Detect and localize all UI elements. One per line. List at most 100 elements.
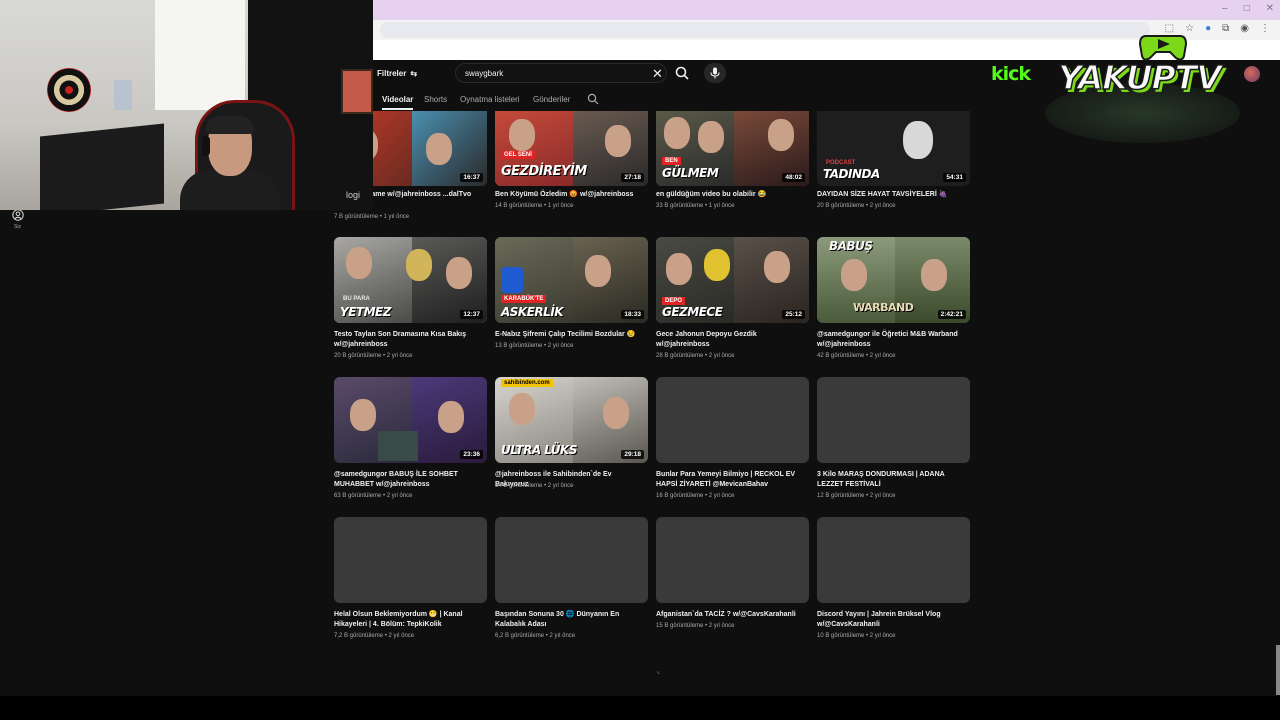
filters-button[interactable]: Filtreler ⇆ (377, 69, 417, 78)
inset-image (378, 431, 418, 461)
video-title[interactable]: E-Nabız Şifremi Çalıp Tecilimi Bozdular … (495, 330, 645, 340)
address-bar[interactable] (380, 22, 1150, 38)
thumbnail-tag: BU PARA (343, 296, 370, 302)
video-title[interactable]: Ben Köyümü Özledim 😡 w/@jahreinboss (495, 190, 645, 200)
video-title[interactable]: Gece Jahonun Depoyu Gezdik w/@jahreinbos… (656, 330, 806, 350)
skull-image (903, 121, 933, 159)
video-duration: 29:18 (621, 450, 644, 459)
face-image (350, 399, 376, 431)
thumbnail-tag: PODCAST (826, 160, 856, 166)
video-meta: 15 B görüntüleme • 2 yıl önce (656, 623, 735, 629)
video-thumbnail[interactable]: BABUŞ WARBAND 2:42:21 (817, 237, 970, 323)
video-duration: 12:37 (460, 310, 483, 319)
video-thumbnail[interactable]: BU PARA YETMEZ 12:37 (334, 237, 487, 323)
video-thumbnail[interactable] (656, 377, 809, 463)
tab-playlists[interactable]: Oynatma listeleri (460, 95, 520, 104)
you-icon[interactable] (12, 209, 24, 221)
thumbnail-caption: GEZDİREYİM (501, 164, 587, 179)
video-meta: 33 B görüntüleme • 1 yıl önce (656, 203, 735, 209)
face-image (764, 251, 790, 283)
dartboard-image (47, 68, 91, 112)
maximize-button[interactable]: □ (1244, 3, 1250, 14)
yakuptv-logo: YAKUPTV (1040, 28, 1240, 143)
voice-search-button[interactable] (704, 63, 726, 83)
thumbnail-caption: GÜLMEM (662, 166, 719, 180)
channel-search-icon[interactable] (587, 93, 599, 105)
webcam-overlay (0, 0, 373, 210)
face-image (704, 249, 730, 281)
profile-icon[interactable]: ◉ (1240, 23, 1249, 34)
picture-frame-image (341, 69, 373, 114)
scrollbar[interactable] (1276, 645, 1280, 695)
video-title[interactable]: Testo Taylan Son Dramasına Kısa Bakış w/… (334, 330, 484, 350)
minimize-button[interactable]: – (1222, 3, 1228, 14)
face-image (346, 247, 372, 279)
video-thumbnail[interactable] (817, 377, 970, 463)
thumbnail-tag: DEPO (662, 297, 686, 305)
poster-image (114, 80, 132, 110)
video-title[interactable]: 3 Kilo MARAŞ DONDURMASI | ADANA LEZZET F… (817, 470, 967, 490)
video-meta: 14 B görüntüleme • 1 yıl önce (495, 203, 574, 209)
you-label: Siz (14, 224, 21, 230)
headset-icon (202, 136, 210, 156)
video-title[interactable]: @samedgungor BABUŞ İLE SOHBET MUHABBET w… (334, 470, 484, 490)
phone-icon (501, 267, 523, 293)
video-thumbnail[interactable]: PODCAST TADINDA 54:31 (817, 111, 970, 186)
logo-text: YAKUPTV (1057, 57, 1222, 98)
window-controls: – □ ✕ (1222, 3, 1274, 14)
video-title[interactable]: DAYIDAN SİZE HAYAT TAVSİYELERİ 🍇 (817, 190, 967, 200)
thumbnail-tag: GEL SENİ (501, 151, 535, 159)
video-thumbnail[interactable]: DEPO GEZMECE 25:12 (656, 237, 809, 323)
tab-videos[interactable]: Videolar (382, 95, 413, 104)
face-image (585, 255, 611, 287)
thumbnail-caption: ASKERLİK (501, 305, 564, 319)
video-meta: 6,2 B görüntüleme • 2 yıl önce (495, 633, 576, 639)
menu-icon[interactable]: ⋮ (1260, 23, 1270, 34)
face-image (768, 119, 794, 151)
thumbnail-tag: BEN (662, 157, 681, 165)
video-thumbnail[interactable]: GEL SENİ GEZDİREYİM 27:18 (495, 111, 648, 186)
streamer-hair (206, 116, 254, 134)
face-image (698, 121, 724, 153)
face-image (509, 393, 535, 425)
kick-logo: kick (991, 63, 1031, 85)
tab-shorts[interactable]: Shorts (424, 95, 447, 104)
tab-posts[interactable]: Gönderiler (533, 95, 570, 104)
video-duration: 27:18 (621, 173, 644, 182)
account-avatar[interactable] (1244, 66, 1260, 82)
video-title[interactable]: Discord Yayını | Jahrein Brüksel Vlog w/… (817, 610, 967, 630)
face-image (446, 257, 472, 289)
video-thumbnail[interactable]: KARABÜK'TE ASKERLİK 18:33 (495, 237, 648, 323)
video-title[interactable]: @samedgungor ile Öğretici M&B Warband w/… (817, 330, 967, 350)
video-thumbnail[interactable] (817, 517, 970, 603)
filters-label: Filtreler (377, 69, 407, 78)
video-thumbnail[interactable] (656, 517, 809, 603)
video-meta: 20 B görüntüleme • 2 yıl önce (334, 353, 413, 359)
video-thumbnail[interactable]: 23:36 (334, 377, 487, 463)
video-thumbnail[interactable]: sahibinden.com ULTRA LÜKS 29:18 (495, 377, 648, 463)
search-input[interactable]: swaygbark (465, 69, 503, 78)
face-image (666, 253, 692, 285)
webcam-brand-label: logi (346, 190, 361, 200)
video-meta: 16 B görüntüleme • 2 yıl önce (656, 493, 735, 499)
monitor-image (40, 123, 164, 210)
video-thumbnail[interactable] (495, 517, 648, 603)
clear-search-icon[interactable]: ✕ (652, 66, 663, 82)
video-title[interactable]: Başından Sonuna 30 🌐 Dünyanın En Kalabal… (495, 610, 645, 630)
video-meta: 7,2 B görüntüleme • 2 yıl önce (334, 633, 415, 639)
video-title[interactable]: en güldüğüm video bu olabilir 😂 (656, 190, 806, 200)
close-window-button[interactable]: ✕ (1266, 3, 1274, 14)
video-title[interactable]: Helal Olsun Beklemiyordum 😬 | Kanal Hika… (334, 610, 484, 630)
search-icon[interactable] (674, 65, 690, 81)
screen: – □ ✕ ⬚ ☆ ● ⧉ ◉ ⋮ Filtreler ⇆ swaygbark … (0, 0, 1280, 720)
video-duration: 25:12 (782, 310, 805, 319)
face-image (921, 259, 947, 291)
video-meta: 12 B görüntüleme • 2 yıl önce (817, 493, 896, 499)
thumbnail-caption: YETMEZ (340, 305, 391, 319)
video-title[interactable]: Bunlar Para Yemeyi Bilmiyo | RECKOL EV H… (656, 470, 806, 490)
thumbnail-caption: TADINDA (823, 167, 880, 181)
video-thumbnail[interactable]: BEN GÜLMEM 48:02 (656, 111, 809, 186)
face-image (605, 125, 631, 157)
video-title[interactable]: Afganistan`da TACİZ ? w/@CavsKarahanli (656, 610, 806, 620)
video-thumbnail[interactable] (334, 517, 487, 603)
